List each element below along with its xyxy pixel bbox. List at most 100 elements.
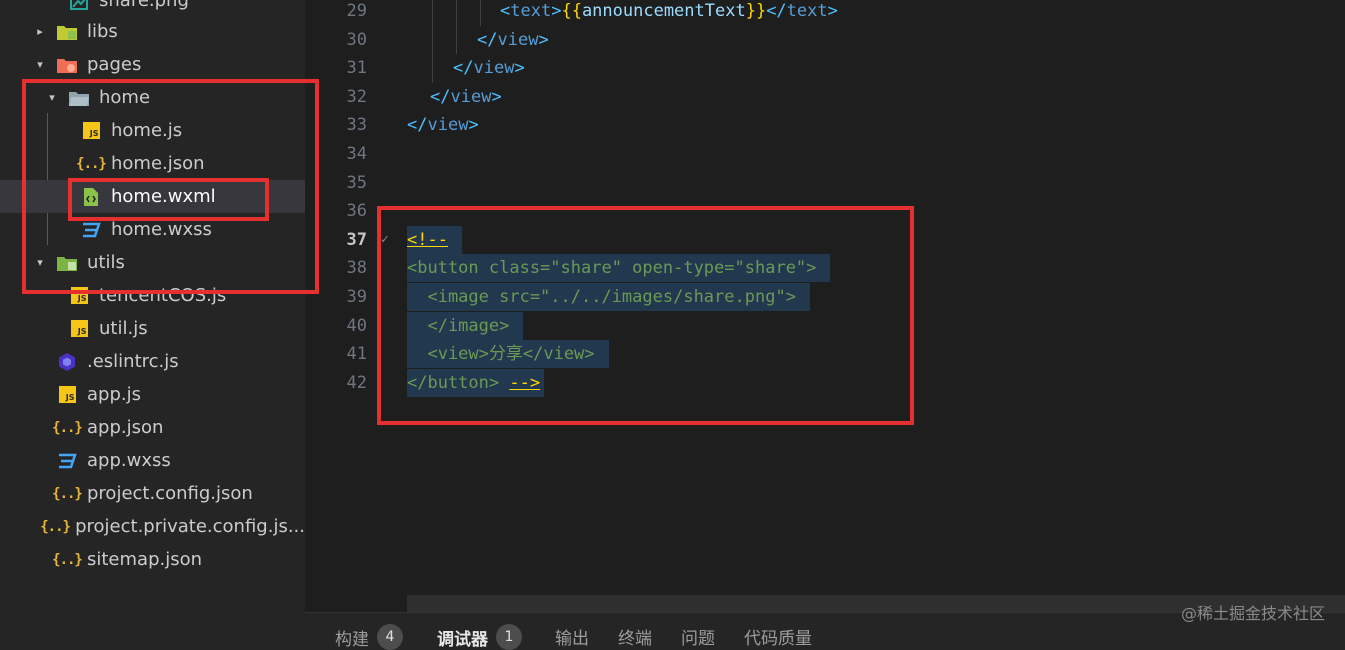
tree-item-home-js[interactable]: JS home.js [0, 114, 305, 147]
tree-item-eslintrc[interactable]: .eslintrc.js [0, 345, 305, 378]
line-number: 35 [346, 172, 367, 193]
count-badge: 1 [496, 624, 522, 650]
code-line[interactable]: 36 [305, 197, 1345, 226]
line-number: 36 [346, 201, 367, 222]
tab-build[interactable]: 构建 4 [335, 624, 403, 650]
tree-item-label: project.private.config.js... [75, 516, 305, 537]
tree-item-utils[interactable]: ▾ utils [0, 246, 305, 279]
code-line[interactable]: 39 <image src="../../images/share.png"> [305, 283, 1345, 312]
tree-item-label: home.json [111, 153, 205, 174]
tree-item-label: home.js [111, 120, 183, 141]
json-file-icon: {..} [40, 518, 71, 535]
tree-item-label: app.json [87, 417, 164, 438]
tree-item-libs[interactable]: ▸ libs [0, 15, 305, 48]
tree-item-tencentcos-js[interactable]: JS tencentCOS.js [0, 279, 305, 312]
tree-item-label: tencentCOS.js [99, 285, 227, 306]
line-number: 34 [346, 144, 367, 164]
tree-item-sitemap[interactable]: {..} sitemap.json [0, 543, 305, 576]
code-line[interactable]: 35 [305, 169, 1345, 198]
tab-terminal[interactable]: 终端 [618, 624, 652, 649]
eslint-icon [56, 351, 78, 373]
css-file-icon [56, 450, 78, 472]
code-line[interactable]: 42 </button> --> [305, 368, 1345, 398]
tree-item-label: home.wxml [111, 186, 216, 207]
tab-label: 调试器 [437, 629, 488, 650]
file-explorer: share.png ▸ libs ▾ pages ▾ home JS home.… [0, 0, 305, 642]
tree-item-pages[interactable]: ▾ pages [0, 48, 305, 81]
code-line[interactable]: 29 <text>{{announcementText}}</text> [305, 0, 1345, 26]
tree-item-label: libs [87, 21, 118, 42]
tree-item-label: app.wxss [87, 450, 171, 471]
tab-output[interactable]: 输出 [555, 624, 589, 649]
tab-problems[interactable]: 问题 [681, 624, 715, 649]
code-line[interactable]: 31 </view> [305, 54, 1345, 83]
code-line-active[interactable]: 37 ✓ <!-- [305, 225, 1345, 255]
code-line[interactable]: 34 [305, 140, 1345, 169]
tab-label: 终端 [618, 629, 652, 649]
tree-item-label: pages [87, 54, 142, 75]
tab-label: 输出 [555, 629, 589, 649]
folder-open-icon [68, 87, 90, 109]
tab-label: 代码质量 [744, 629, 812, 649]
line-number: 32 [346, 86, 367, 107]
line-number: 30 [346, 29, 367, 50]
tree-item-home-wxss[interactable]: home.wxss [0, 213, 305, 246]
js-file-icon: JS [68, 285, 90, 307]
code-line[interactable]: 33 </view> [305, 111, 1345, 140]
chevron-down-icon[interactable]: ▾ [34, 58, 46, 71]
code-line[interactable]: 41 <view>分享</view> [305, 340, 1345, 369]
code-line[interactable]: 40 </image> [305, 311, 1345, 341]
folder-pages-icon [56, 54, 78, 76]
tree-item-label: utils [87, 252, 125, 273]
tree-item-home-folder[interactable]: ▾ home [0, 81, 305, 114]
code-line[interactable]: 38 <button class="share" open-type="shar… [305, 254, 1345, 283]
line-number: 41 [346, 344, 367, 365]
line-number: 42 [346, 372, 367, 393]
json-file-icon: {..} [52, 419, 83, 436]
tab-label: 构建 [335, 629, 369, 650]
tree-item-app-js[interactable]: JS app.js [0, 378, 305, 411]
line-number: 39 [346, 287, 367, 307]
json-file-icon: {..} [76, 155, 107, 172]
image-file-icon [68, 0, 90, 12]
check-icon: ✓ [381, 231, 389, 247]
js-file-icon: JS [56, 384, 78, 406]
tree-item-label: home [99, 87, 151, 108]
count-badge: 4 [377, 624, 403, 650]
js-file-icon: JS [68, 318, 90, 340]
tree-item-home-json[interactable]: {..} home.json [0, 147, 305, 180]
line-number: 33 [346, 115, 367, 136]
code-line[interactable]: 30 </view> [305, 25, 1345, 55]
code-line[interactable]: 32 </view> [305, 83, 1345, 112]
folder-utils-icon [56, 252, 78, 274]
js-file-icon: JS [80, 120, 102, 142]
line-number: 40 [346, 315, 367, 336]
tree-item-util-js[interactable]: JS util.js [0, 312, 305, 345]
tab-code-quality[interactable]: 代码质量 [744, 624, 812, 649]
tree-item-project-config[interactable]: {..} project.config.json [0, 477, 305, 510]
wxml-file-icon [80, 186, 102, 208]
line-number: 31 [346, 58, 367, 79]
tree-item-label: .eslintrc.js [87, 351, 179, 372]
tree-item-label: project.config.json [87, 483, 253, 504]
tree-item-label: share.png [99, 0, 189, 11]
tree-item-label: app.js [87, 384, 141, 405]
line-number: 29 [346, 1, 367, 21]
tree-item-app-wxss[interactable]: app.wxss [0, 444, 305, 477]
line-number: 37 [346, 229, 367, 250]
chevron-down-icon[interactable]: ▾ [34, 256, 46, 269]
code-editor[interactable]: 29 <text>{{announcementText}}</text> 30 … [305, 0, 1345, 612]
line-number: 38 [346, 258, 367, 279]
tree-item-app-json[interactable]: {..} app.json [0, 411, 305, 444]
json-file-icon: {..} [52, 485, 83, 502]
tree-item-label: home.wxss [111, 219, 212, 240]
tree-item-home-wxml[interactable]: home.wxml [0, 180, 305, 213]
tree-item-label: sitemap.json [87, 549, 203, 570]
folder-libs-icon [56, 21, 78, 43]
tree-item-project-private-config[interactable]: {..} project.private.config.js... [0, 510, 305, 543]
tab-debugger[interactable]: 调试器 1 [437, 624, 522, 650]
chevron-down-icon[interactable]: ▾ [46, 91, 58, 104]
watermark: @稀土掘金技术社区 [1180, 604, 1325, 623]
chevron-right-icon[interactable]: ▸ [34, 25, 46, 38]
tab-label: 问题 [681, 629, 715, 649]
